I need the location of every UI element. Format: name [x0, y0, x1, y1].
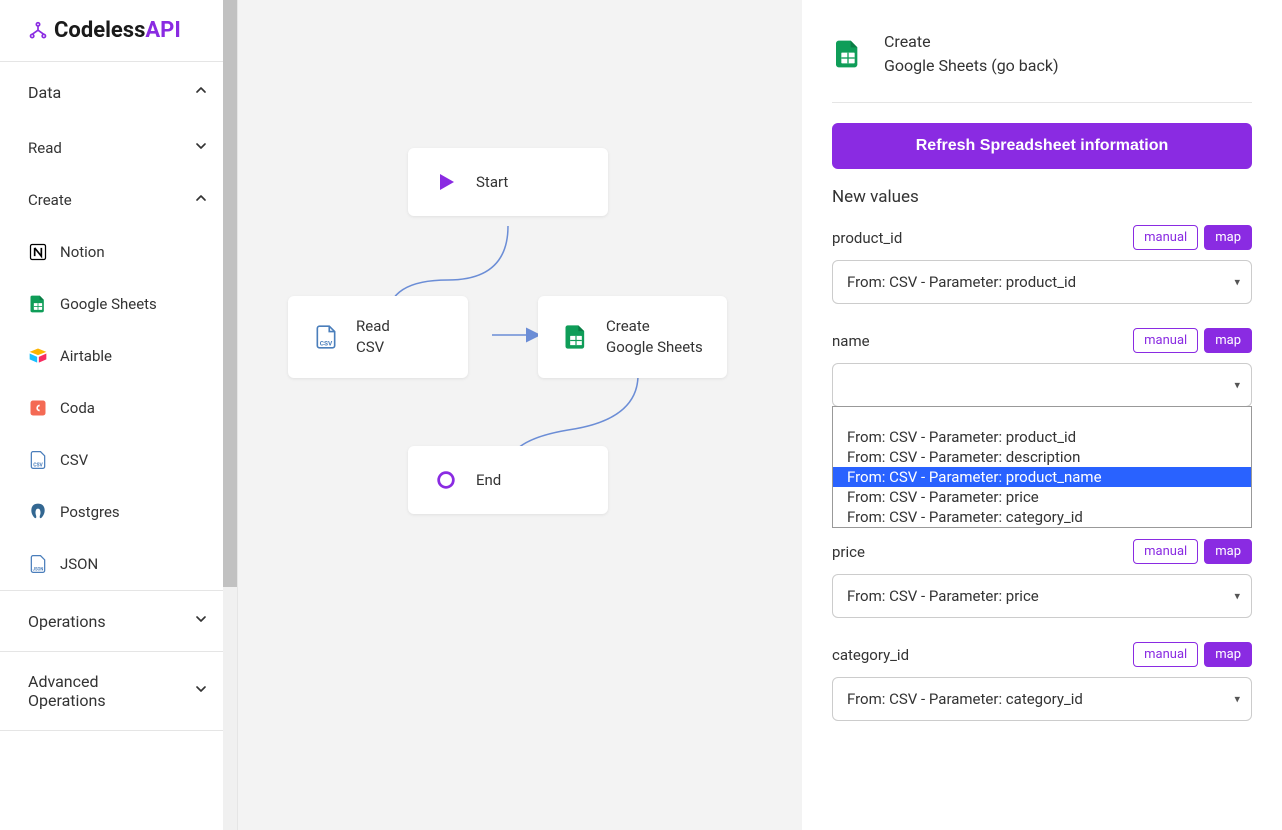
csv-icon: CSV: [28, 450, 48, 470]
sidebar-item-label: Notion: [60, 243, 105, 261]
google-sheets-icon: [832, 38, 864, 70]
field-label-category-id: category_id: [832, 646, 909, 664]
sidebar-item-label: Postgres: [60, 503, 120, 521]
toggle-manual[interactable]: manual: [1133, 642, 1198, 667]
notion-icon: [28, 242, 48, 262]
toggle-map[interactable]: map: [1204, 328, 1252, 353]
coda-icon: [28, 398, 48, 418]
node-label: CreateGoogle Sheets: [606, 316, 703, 358]
sidebar-item-json[interactable]: JSON JSON: [0, 538, 237, 590]
select-name[interactable]: [832, 363, 1252, 407]
menu-read[interactable]: Read: [0, 122, 237, 174]
chevron-up-icon: [193, 82, 209, 102]
sidebar-item-label: Airtable: [60, 347, 112, 365]
panel-title: Create: [884, 30, 1059, 54]
node-label: End: [476, 470, 501, 491]
node-read-csv[interactable]: CSV ReadCSV: [288, 296, 468, 378]
chevron-down-icon: [193, 138, 209, 158]
logo-icon: [28, 21, 48, 41]
sidebar-item-label: JSON: [60, 555, 98, 573]
panel-subtitle[interactable]: Google Sheets (go back): [884, 54, 1059, 78]
refresh-spreadsheet-button[interactable]: Refresh Spreadsheet information: [832, 123, 1252, 169]
dropdown-option[interactable]: From: CSV - Parameter: product_id: [833, 427, 1251, 447]
dropdown-option[interactable]: From: CSV - Parameter: product_name: [833, 467, 1251, 487]
sidebar-item-google-sheets[interactable]: Google Sheets: [0, 278, 237, 330]
select-product-id[interactable]: From: CSV - Parameter: product_id: [832, 260, 1252, 304]
node-start[interactable]: Start: [408, 148, 608, 216]
field-label-product-id: product_id: [832, 229, 902, 247]
new-values-label: New values: [832, 187, 1252, 207]
play-icon: [432, 168, 460, 196]
sidebar: CodelessAPI Data Read Create Notion Goog…: [0, 0, 238, 830]
properties-panel: Create Google Sheets (go back) Refresh S…: [802, 0, 1282, 830]
toggle-map[interactable]: map: [1204, 225, 1252, 250]
menu-create[interactable]: Create: [0, 174, 237, 226]
field-label-price: price: [832, 543, 865, 561]
select-price[interactable]: From: CSV - Parameter: price: [832, 574, 1252, 618]
google-sheets-icon: [28, 294, 48, 314]
node-label: ReadCSV: [356, 316, 390, 358]
toggle-manual[interactable]: manual: [1133, 225, 1198, 250]
svg-text:CSV: CSV: [33, 463, 43, 469]
dropdown-option[interactable]: From: CSV - Parameter: description: [833, 447, 1251, 467]
postgres-icon: [28, 502, 48, 522]
dropdown-option[interactable]: From: CSV - Parameter: price: [833, 487, 1251, 507]
logo[interactable]: CodelessAPI: [0, 0, 237, 62]
scrollbar-thumb[interactable]: [223, 0, 237, 587]
field-label-name: name: [832, 332, 870, 350]
menu-create-label: Create: [28, 191, 72, 209]
menu-operations-label: Operations: [28, 612, 106, 631]
sidebar-item-coda[interactable]: Coda: [0, 382, 237, 434]
menu-read-label: Read: [28, 139, 62, 157]
sidebar-item-label: Google Sheets: [60, 295, 157, 313]
sidebar-item-label: CSV: [60, 451, 88, 469]
node-create-google-sheets[interactable]: CreateGoogle Sheets: [538, 296, 727, 378]
toggle-manual[interactable]: manual: [1133, 328, 1198, 353]
google-sheets-icon: [562, 323, 590, 351]
panel-header: Create Google Sheets (go back): [832, 30, 1252, 103]
scrollbar-track: [223, 0, 237, 830]
chevron-up-icon: [193, 190, 209, 210]
logo-text: CodelessAPI: [54, 18, 181, 43]
chevron-down-icon: [193, 611, 209, 631]
node-label: Start: [476, 172, 508, 193]
dropdown-option-empty[interactable]: [833, 407, 1251, 427]
sidebar-item-airtable[interactable]: Airtable: [0, 330, 237, 382]
dropdown-option[interactable]: From: CSV - Parameter: category_id: [833, 507, 1251, 527]
workflow-canvas[interactable]: Start CSV ReadCSV CreateGoogle Sheets En…: [238, 0, 802, 830]
svg-text:JSON: JSON: [33, 568, 44, 573]
menu-operations[interactable]: Operations: [0, 591, 237, 651]
toggle-map[interactable]: map: [1204, 539, 1252, 564]
chevron-down-icon: [193, 681, 209, 701]
sidebar-item-postgres[interactable]: Postgres: [0, 486, 237, 538]
node-end[interactable]: End: [408, 446, 608, 514]
menu-data[interactable]: Data: [0, 62, 237, 122]
menu-advanced-label: Advanced Operations: [28, 672, 158, 710]
toggle-map[interactable]: map: [1204, 642, 1252, 667]
airtable-icon: [28, 346, 48, 366]
select-category-id[interactable]: From: CSV - Parameter: category_id: [832, 677, 1252, 721]
toggle-manual[interactable]: manual: [1133, 539, 1198, 564]
json-icon: JSON: [28, 554, 48, 574]
csv-file-icon: CSV: [312, 323, 340, 351]
menu-data-label: Data: [28, 83, 61, 102]
dropdown-list: From: CSV - Parameter: product_id From: …: [832, 406, 1252, 528]
svg-text:CSV: CSV: [320, 340, 333, 348]
sidebar-item-label: Coda: [60, 399, 95, 417]
menu-advanced-operations[interactable]: Advanced Operations: [0, 652, 237, 730]
end-circle-icon: [432, 466, 460, 494]
sidebar-item-notion[interactable]: Notion: [0, 226, 237, 278]
sidebar-item-csv[interactable]: CSV CSV: [0, 434, 237, 486]
